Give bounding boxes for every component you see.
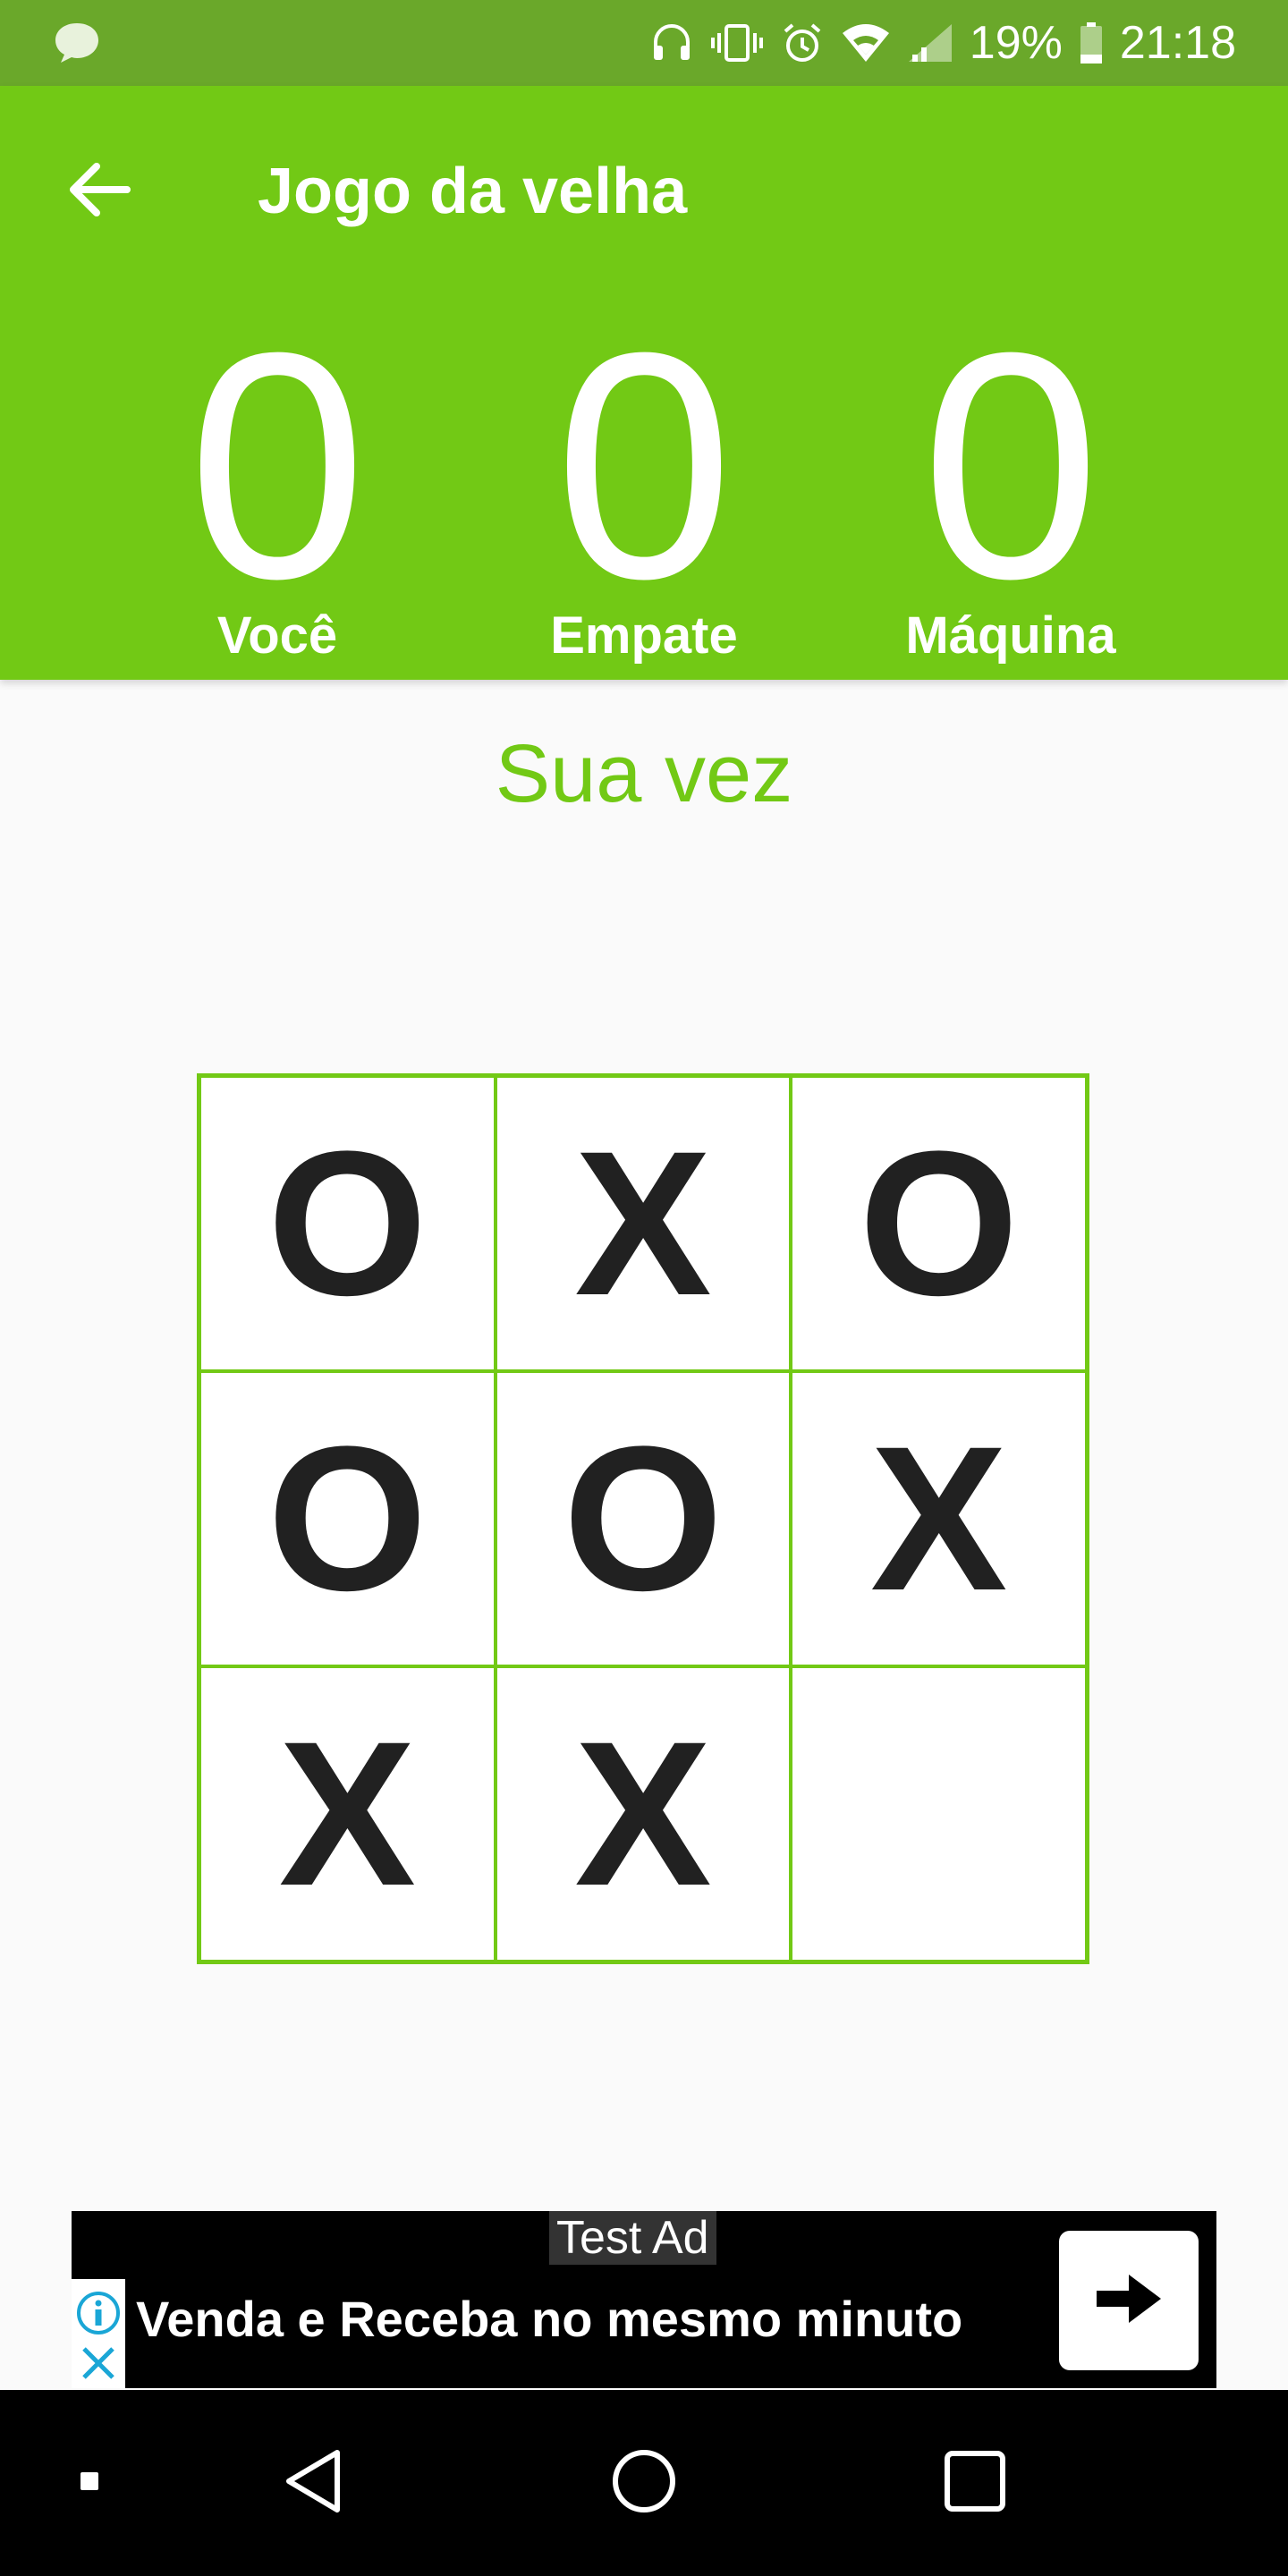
chat-bubble-icon [54, 21, 100, 64]
game-board: O X O O O X X X [197, 1073, 1089, 1964]
page-title: Jogo da velha [258, 156, 688, 227]
nav-home-button[interactable] [590, 2390, 698, 2576]
back-triangle-icon [282, 2447, 344, 2520]
board-cell-3[interactable]: O [791, 1076, 1087, 1371]
board-cell-2[interactable]: X [495, 1076, 792, 1371]
alarm-icon [780, 21, 825, 65]
status-icons: 19% 21:18 [649, 0, 1236, 86]
board-cell-5[interactable]: O [495, 1371, 792, 1666]
ad-headline[interactable]: Venda e Receba no mesmo minuto [136, 2281, 962, 2358]
score-machine: 0 Máquina [868, 286, 1154, 667]
score-machine-label: Máquina [905, 606, 1116, 665]
board-cell-7[interactable]: X [199, 1666, 496, 1962]
ad-label: Test Ad [549, 2211, 716, 2265]
arrow-right-icon [1093, 2267, 1165, 2334]
vibrate-icon [710, 21, 764, 65]
board-cell-6[interactable]: X [791, 1371, 1087, 1666]
square-dot-icon [79, 2470, 100, 2496]
clock: 21:18 [1119, 17, 1236, 69]
nav-dot-button[interactable] [54, 2390, 125, 2576]
battery-icon [1079, 21, 1104, 65]
ad-banner[interactable]: Test Ad Venda e Receba no mesmo minuto [72, 2211, 1216, 2388]
back-button[interactable] [55, 148, 141, 234]
info-icon[interactable] [75, 2290, 122, 2336]
nav-recents-button[interactable] [921, 2390, 1029, 2576]
score-draw-value: 0 [554, 286, 734, 646]
turn-indicator: Sua vez [495, 728, 793, 819]
score-draw: 0 Empate [501, 286, 787, 667]
signal-icon [907, 21, 953, 65]
score-player-label: Você [216, 606, 338, 665]
ad-choices [72, 2279, 125, 2388]
arrow-back-icon [66, 161, 131, 223]
navigation-bar [0, 2390, 1288, 2576]
board-cell-4[interactable]: O [199, 1371, 496, 1666]
app-header: Jogo da velha 0 Você 0 Empate 0 Máquina [0, 86, 1288, 680]
board-cell-9[interactable] [791, 1666, 1087, 1962]
board-cell-1[interactable]: O [199, 1076, 496, 1371]
score-player-value: 0 [187, 286, 368, 646]
score-draw-label: Empate [550, 606, 738, 665]
close-icon[interactable] [79, 2343, 118, 2383]
headset-icon [649, 21, 694, 65]
ad-cta-button[interactable] [1059, 2231, 1199, 2370]
wifi-icon [841, 21, 891, 65]
battery-percent: 19% [969, 17, 1063, 69]
home-circle-icon [610, 2447, 678, 2520]
app-screen: 19% 21:18 Jogo da velha 0 Você 0 Empate … [0, 0, 1288, 2576]
score-player: 0 Você [134, 286, 420, 667]
recents-square-icon [943, 2449, 1007, 2518]
board-cell-8[interactable]: X [495, 1666, 792, 1962]
nav-back-button[interactable] [259, 2390, 367, 2576]
score-machine-value: 0 [920, 286, 1101, 646]
status-bar: 19% 21:18 [0, 0, 1288, 86]
